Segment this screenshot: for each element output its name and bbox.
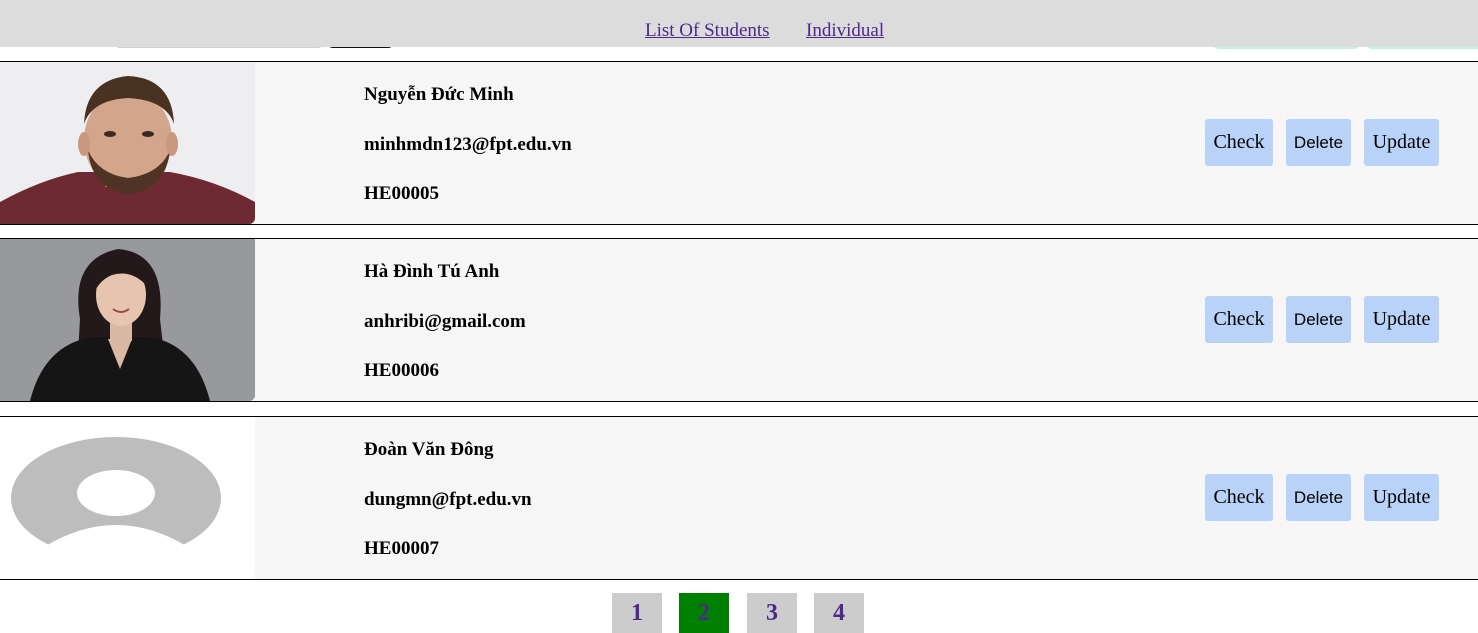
- student-id: HE00005: [364, 183, 439, 204]
- update-button[interactable]: Update: [1364, 296, 1439, 343]
- update-button[interactable]: Update: [1364, 474, 1439, 521]
- student-name: Đoàn Văn Đông: [364, 439, 494, 460]
- student-email: dungmn@fpt.edu.vn: [364, 489, 532, 510]
- pagination: 1 2 3 4: [0, 593, 1478, 633]
- student-name: Hà Đình Tú Anh: [364, 261, 500, 282]
- check-button[interactable]: Check: [1205, 296, 1273, 343]
- student-photo: [0, 239, 255, 401]
- delete-button[interactable]: Delete: [1286, 474, 1351, 521]
- top-nav-bar: List Of Students Individual: [0, 0, 1478, 47]
- student-card: Đoàn Văn Đông dungmn@fpt.edu.vn HE00007 …: [0, 416, 1478, 580]
- student-id: HE00006: [364, 360, 439, 381]
- nav-link-individual[interactable]: Individual: [806, 20, 884, 42]
- nav-link-list-of-students[interactable]: List Of Students: [645, 20, 770, 42]
- student-email: minhmdn123@fpt.edu.vn: [364, 134, 572, 155]
- student-email: anhribi@gmail.com: [364, 311, 526, 332]
- page-4-button[interactable]: 4: [814, 593, 864, 633]
- student-id: HE00007: [364, 538, 439, 559]
- update-button[interactable]: Update: [1364, 119, 1439, 166]
- student-card: Nguyễn Đức Minh minhmdn123@fpt.edu.vn HE…: [0, 61, 1478, 225]
- check-button[interactable]: Check: [1205, 119, 1273, 166]
- student-photo: [0, 62, 255, 224]
- student-photo: [0, 417, 255, 579]
- page-1-button[interactable]: 1: [612, 593, 662, 633]
- page-2-button[interactable]: 2: [679, 593, 729, 633]
- page-3-button[interactable]: 3: [747, 593, 797, 633]
- student-name: Nguyễn Đức Minh: [364, 84, 514, 105]
- delete-button[interactable]: Delete: [1286, 296, 1351, 343]
- delete-button[interactable]: Delete: [1286, 119, 1351, 166]
- check-button[interactable]: Check: [1205, 474, 1273, 521]
- student-card: Hà Đình Tú Anh anhribi@gmail.com HE00006…: [0, 238, 1478, 402]
- default-avatar-icon: [0, 417, 255, 579]
